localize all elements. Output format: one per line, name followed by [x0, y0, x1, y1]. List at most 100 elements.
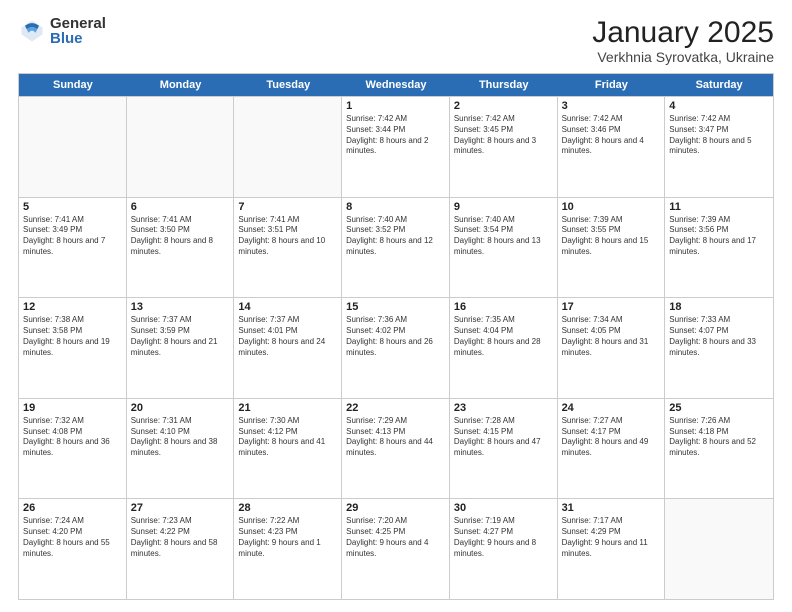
day-number: 31 [562, 502, 661, 514]
day-number: 24 [562, 402, 661, 414]
day-content: Sunrise: 7:33 AM Sunset: 4:07 PM Dayligh… [669, 315, 769, 358]
table-row [665, 499, 773, 599]
table-row [234, 97, 342, 197]
table-row: 16 Sunrise: 7:35 AM Sunset: 4:04 PM Dayli… [450, 298, 558, 398]
day-number: 5 [23, 201, 122, 213]
table-row: 20 Sunrise: 7:31 AM Sunset: 4:10 PM Dayli… [127, 399, 235, 499]
calendar-body: 1Sunrise: 7:42 AM Sunset: 3:44 PM Daylig… [19, 96, 773, 599]
day-number: 21 [238, 402, 337, 414]
day-content: Sunrise: 7:42 AM Sunset: 3:45 PM Dayligh… [454, 114, 553, 157]
day-number: 8 [346, 201, 445, 213]
day-content: Sunrise: 7:39 AM Sunset: 3:55 PM Dayligh… [562, 215, 661, 258]
table-row: 17 Sunrise: 7:34 AM Sunset: 4:05 PM Dayli… [558, 298, 666, 398]
day-number: 7 [238, 201, 337, 213]
day-content: Sunrise: 7:29 AM Sunset: 4:13 PM Dayligh… [346, 416, 445, 459]
table-row: 18 Sunrise: 7:33 AM Sunset: 4:07 PM Dayli… [665, 298, 773, 398]
table-row: 7Sunrise: 7:41 AM Sunset: 3:51 PM Daylig… [234, 198, 342, 298]
day-number: 17 [562, 301, 661, 313]
logo-blue-text: Blue [50, 31, 106, 46]
day-number: 11 [669, 201, 769, 213]
day-content: Sunrise: 7:22 AM Sunset: 4:23 PM Dayligh… [238, 516, 337, 559]
table-row: 5 Sunrise: 7:41 AM Sunset: 3:49 PM Daylig… [19, 198, 127, 298]
table-row: 1Sunrise: 7:42 AM Sunset: 3:44 PM Daylig… [342, 97, 450, 197]
day-header-thursday: Thursday [450, 74, 558, 96]
logo-general-text: General [50, 16, 106, 31]
day-number: 30 [454, 502, 553, 514]
day-content: Sunrise: 7:41 AM Sunset: 3:49 PM Dayligh… [23, 215, 122, 258]
day-number: 13 [131, 301, 230, 313]
day-content: Sunrise: 7:28 AM Sunset: 4:15 PM Dayligh… [454, 416, 553, 459]
calendar-title: January 2025 [592, 16, 774, 49]
day-number: 2 [454, 100, 553, 112]
day-number: 25 [669, 402, 769, 414]
day-number: 6 [131, 201, 230, 213]
day-number: 16 [454, 301, 553, 313]
title-block: January 2025 Verkhnia Syrovatka, Ukraine [592, 16, 774, 65]
day-number: 18 [669, 301, 769, 313]
day-content: Sunrise: 7:27 AM Sunset: 4:17 PM Dayligh… [562, 416, 661, 459]
table-row: 11 Sunrise: 7:39 AM Sunset: 3:56 PM Dayli… [665, 198, 773, 298]
day-content: Sunrise: 7:42 AM Sunset: 3:44 PM Dayligh… [346, 114, 445, 157]
header: General Blue January 2025 Verkhnia Syrov… [18, 16, 774, 65]
table-row: 12 Sunrise: 7:38 AM Sunset: 3:58 PM Dayli… [19, 298, 127, 398]
day-header-sunday: Sunday [19, 74, 127, 96]
table-row: 25 Sunrise: 7:26 AM Sunset: 4:18 PM Dayli… [665, 399, 773, 499]
table-row: 19 Sunrise: 7:32 AM Sunset: 4:08 PM Dayli… [19, 399, 127, 499]
day-number: 12 [23, 301, 122, 313]
table-row: 2 Sunrise: 7:42 AM Sunset: 3:45 PM Daylig… [450, 97, 558, 197]
calendar-week-4: 19 Sunrise: 7:32 AM Sunset: 4:08 PM Dayli… [19, 398, 773, 499]
day-content: Sunrise: 7:34 AM Sunset: 4:05 PM Dayligh… [562, 315, 661, 358]
calendar-header: SundayMondayTuesdayWednesdayThursdayFrid… [19, 74, 773, 96]
table-row: 26Sunrise: 7:24 AM Sunset: 4:20 PM Dayli… [19, 499, 127, 599]
table-row: 15 Sunrise: 7:36 AM Sunset: 4:02 PM Dayli… [342, 298, 450, 398]
day-header-monday: Monday [127, 74, 235, 96]
day-content: Sunrise: 7:20 AM Sunset: 4:25 PM Dayligh… [346, 516, 445, 559]
day-number: 19 [23, 402, 122, 414]
calendar-week-5: 26Sunrise: 7:24 AM Sunset: 4:20 PM Dayli… [19, 498, 773, 599]
table-row [127, 97, 235, 197]
day-content: Sunrise: 7:35 AM Sunset: 4:04 PM Dayligh… [454, 315, 553, 358]
day-number: 22 [346, 402, 445, 414]
table-row: 13Sunrise: 7:37 AM Sunset: 3:59 PM Dayli… [127, 298, 235, 398]
table-row: 31 Sunrise: 7:17 AM Sunset: 4:29 PM Dayli… [558, 499, 666, 599]
table-row: 22 Sunrise: 7:29 AM Sunset: 4:13 PM Dayli… [342, 399, 450, 499]
table-row: 8Sunrise: 7:40 AM Sunset: 3:52 PM Daylig… [342, 198, 450, 298]
page: General Blue January 2025 Verkhnia Syrov… [0, 0, 792, 612]
day-content: Sunrise: 7:41 AM Sunset: 3:50 PM Dayligh… [131, 215, 230, 258]
table-row: 6 Sunrise: 7:41 AM Sunset: 3:50 PM Daylig… [127, 198, 235, 298]
table-row: 3 Sunrise: 7:42 AM Sunset: 3:46 PM Daylig… [558, 97, 666, 197]
day-number: 4 [669, 100, 769, 112]
day-number: 10 [562, 201, 661, 213]
day-header-friday: Friday [558, 74, 666, 96]
table-row: 27 Sunrise: 7:23 AM Sunset: 4:22 PM Dayli… [127, 499, 235, 599]
day-content: Sunrise: 7:36 AM Sunset: 4:02 PM Dayligh… [346, 315, 445, 358]
calendar-week-3: 12 Sunrise: 7:38 AM Sunset: 3:58 PM Dayli… [19, 297, 773, 398]
day-number: 3 [562, 100, 661, 112]
day-content: Sunrise: 7:31 AM Sunset: 4:10 PM Dayligh… [131, 416, 230, 459]
day-content: Sunrise: 7:17 AM Sunset: 4:29 PM Dayligh… [562, 516, 661, 559]
day-content: Sunrise: 7:23 AM Sunset: 4:22 PM Dayligh… [131, 516, 230, 559]
day-content: Sunrise: 7:42 AM Sunset: 3:46 PM Dayligh… [562, 114, 661, 157]
table-row: 21Sunrise: 7:30 AM Sunset: 4:12 PM Dayli… [234, 399, 342, 499]
calendar-week-1: 1Sunrise: 7:42 AM Sunset: 3:44 PM Daylig… [19, 96, 773, 197]
table-row: 30 Sunrise: 7:19 AM Sunset: 4:27 PM Dayli… [450, 499, 558, 599]
day-content: Sunrise: 7:19 AM Sunset: 4:27 PM Dayligh… [454, 516, 553, 559]
calendar: SundayMondayTuesdayWednesdayThursdayFrid… [18, 73, 774, 600]
day-content: Sunrise: 7:40 AM Sunset: 3:54 PM Dayligh… [454, 215, 553, 258]
day-number: 26 [23, 502, 122, 514]
day-number: 15 [346, 301, 445, 313]
day-number: 27 [131, 502, 230, 514]
day-content: Sunrise: 7:26 AM Sunset: 4:18 PM Dayligh… [669, 416, 769, 459]
logo-text: General Blue [50, 16, 106, 46]
day-number: 23 [454, 402, 553, 414]
day-number: 20 [131, 402, 230, 414]
day-content: Sunrise: 7:32 AM Sunset: 4:08 PM Dayligh… [23, 416, 122, 459]
day-content: Sunrise: 7:39 AM Sunset: 3:56 PM Dayligh… [669, 215, 769, 258]
day-content: Sunrise: 7:38 AM Sunset: 3:58 PM Dayligh… [23, 315, 122, 358]
day-header-tuesday: Tuesday [234, 74, 342, 96]
logo: General Blue [18, 16, 106, 46]
day-number: 9 [454, 201, 553, 213]
logo-icon [18, 17, 46, 45]
day-header-wednesday: Wednesday [342, 74, 450, 96]
table-row: 28Sunrise: 7:22 AM Sunset: 4:23 PM Dayli… [234, 499, 342, 599]
